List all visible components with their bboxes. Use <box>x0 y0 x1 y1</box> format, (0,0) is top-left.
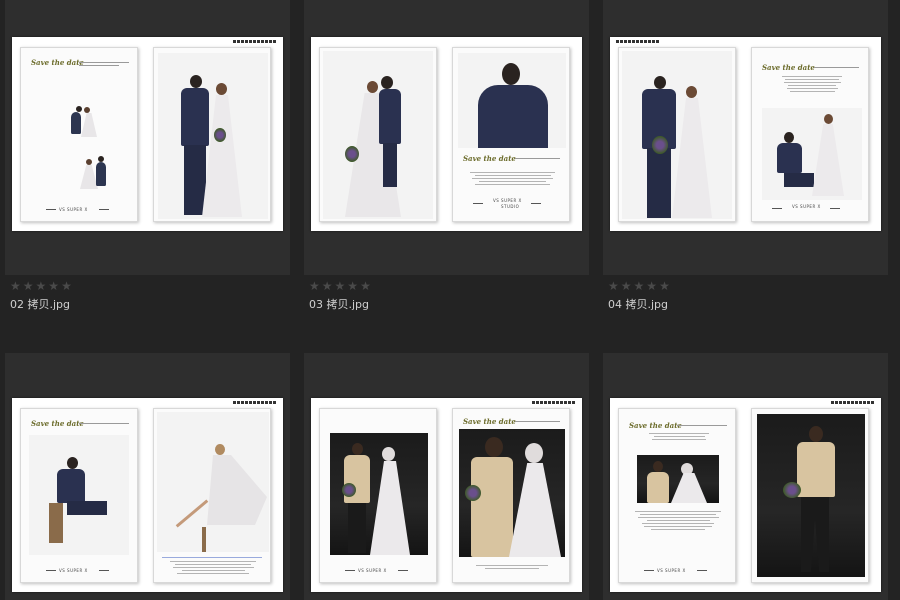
signature-text: VS SUPER X <box>792 204 821 209</box>
heading-rule <box>515 421 560 422</box>
star-icon[interactable]: ★ <box>360 280 371 292</box>
body-text <box>465 172 560 187</box>
wedding-photo <box>157 412 269 552</box>
signature-text: VS SUPER X <box>493 198 522 203</box>
save-the-date-heading: Save the date <box>629 421 682 430</box>
signature-rule <box>345 570 355 571</box>
thumbnail-filename[interactable]: 04 拷贝.jpg <box>608 296 668 312</box>
heading-rule <box>677 425 727 426</box>
signature-rule <box>46 209 56 210</box>
signature-rule <box>99 209 109 210</box>
thumbnail-grid: Save the date VS SUPER X ★ ★ ★ ★ ★ 02 拷贝… <box>0 0 900 600</box>
star-icon[interactable]: ★ <box>10 280 21 292</box>
heading-rule <box>79 65 119 66</box>
star-icon[interactable]: ★ <box>646 280 657 292</box>
signature-rule <box>46 570 56 571</box>
album-page-left: VS SUPER X <box>319 408 437 583</box>
star-icon[interactable]: ★ <box>36 280 47 292</box>
signature-text: VS SUPER X <box>59 207 88 212</box>
album-spread-image[interactable]: Save the date VS SUPER X <box>610 37 881 231</box>
signature-rule <box>772 208 782 209</box>
signature-rule <box>644 570 654 571</box>
wedding-photo <box>158 53 268 219</box>
album-page-left: Save the date VS SUPER X <box>20 408 138 583</box>
caption-rule <box>162 557 262 558</box>
signature-rule <box>398 570 408 571</box>
wedding-photo <box>330 433 428 555</box>
signature-rule <box>830 208 840 209</box>
signature-rule <box>697 570 707 571</box>
star-icon[interactable]: ★ <box>322 280 333 292</box>
couple-photo <box>71 153 131 198</box>
album-page-right: Save the date <box>452 408 570 583</box>
print-mark <box>233 401 277 404</box>
print-mark <box>233 40 277 43</box>
print-mark <box>532 401 576 404</box>
save-the-date-heading: Save the date <box>31 419 84 428</box>
album-page-left <box>618 47 736 222</box>
wedding-photo <box>757 414 865 577</box>
signature-rule <box>531 203 541 204</box>
heading-rule <box>79 423 129 424</box>
album-page-right: Save the date VS SUPER X STUDIO <box>452 47 570 222</box>
wedding-photo <box>637 455 719 503</box>
rating-stars[interactable]: ★ ★ ★ ★ ★ <box>10 280 72 292</box>
album-spread-image[interactable]: Save the date VS SUPER X <box>12 398 283 592</box>
wedding-photo <box>458 53 566 148</box>
signature-rule <box>99 570 109 571</box>
couple-photo <box>51 98 111 143</box>
album-spread-image[interactable]: Save the date VS SUPER X <box>610 398 881 592</box>
album-page-right <box>153 47 271 222</box>
signature-text: VS SUPER X <box>657 568 686 573</box>
album-page-left <box>319 47 437 222</box>
signature-text: VS SUPER X <box>358 568 387 573</box>
star-icon[interactable]: ★ <box>659 280 670 292</box>
album-page-right: Save the date VS SUPER X <box>751 47 869 222</box>
wedding-photo <box>622 51 732 219</box>
album-spread-image[interactable]: VS SUPER X Save the date <box>311 398 582 592</box>
album-page-left: Save the date VS SUPER X <box>20 47 138 222</box>
star-icon[interactable]: ★ <box>48 280 59 292</box>
star-icon[interactable]: ★ <box>347 280 358 292</box>
rating-stars[interactable]: ★ ★ ★ ★ ★ <box>608 280 670 292</box>
wedding-photo <box>29 435 129 555</box>
signature-text: VS SUPER X <box>59 568 88 573</box>
save-the-date-heading: Save the date <box>762 63 815 72</box>
star-icon[interactable]: ★ <box>61 280 72 292</box>
thumbnail-filename[interactable]: 03 拷贝.jpg <box>309 296 369 312</box>
heading-rule <box>79 62 129 63</box>
album-page-right <box>751 408 869 583</box>
thumbnail-filename[interactable]: 02 拷贝.jpg <box>10 296 70 312</box>
body-text <box>649 433 709 442</box>
body-text <box>168 561 258 576</box>
body-text <box>782 76 842 94</box>
album-spread-image[interactable]: Save the date VS SUPER X <box>12 37 283 231</box>
rating-stars[interactable]: ★ ★ ★ ★ ★ <box>309 280 371 292</box>
wedding-photo <box>459 429 565 557</box>
signature-subtext: STUDIO <box>501 204 520 209</box>
heading-rule <box>814 67 859 68</box>
star-icon[interactable]: ★ <box>634 280 645 292</box>
save-the-date-heading: Save the date <box>31 58 84 67</box>
save-the-date-heading: Save the date <box>463 154 516 163</box>
star-icon[interactable]: ★ <box>23 280 34 292</box>
star-icon[interactable]: ★ <box>335 280 346 292</box>
body-text <box>467 565 557 571</box>
body-text <box>633 511 723 532</box>
heading-rule <box>515 158 560 159</box>
album-page-right <box>153 408 271 583</box>
signature-rule <box>473 203 483 204</box>
star-icon[interactable]: ★ <box>309 280 320 292</box>
wedding-photo <box>323 51 433 219</box>
star-icon[interactable]: ★ <box>621 280 632 292</box>
print-mark <box>831 401 875 404</box>
album-spread-image[interactable]: Save the date VS SUPER X STUDIO <box>311 37 582 231</box>
wedding-photo <box>762 108 862 200</box>
album-page-left: Save the date VS SUPER X <box>618 408 736 583</box>
save-the-date-heading: Save the date <box>463 417 516 426</box>
print-mark <box>616 40 660 43</box>
star-icon[interactable]: ★ <box>608 280 619 292</box>
